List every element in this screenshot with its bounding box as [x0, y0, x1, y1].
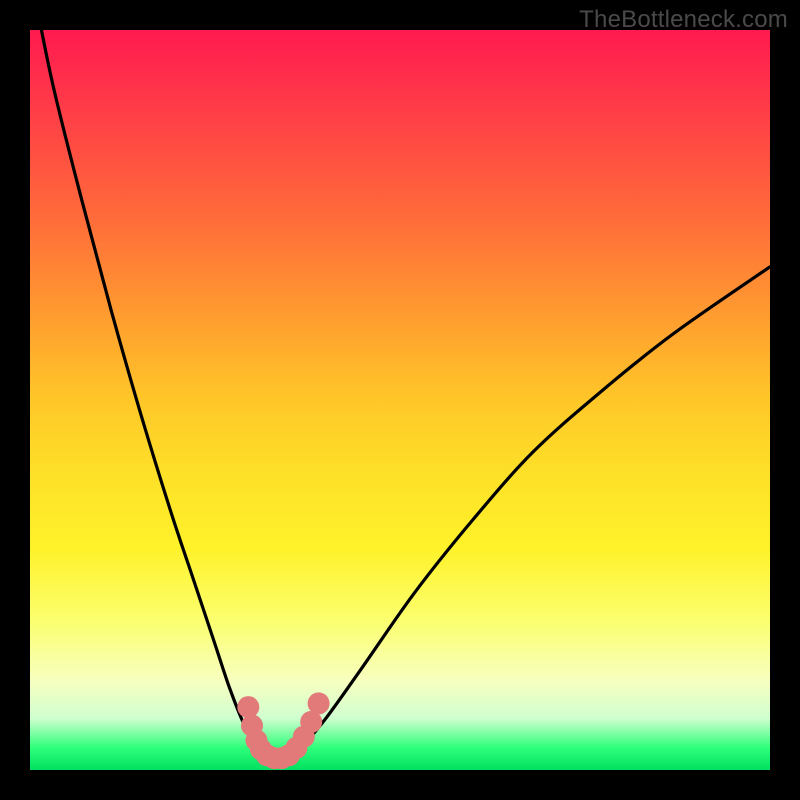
highlight-marker [237, 696, 259, 718]
highlight-marker [308, 692, 330, 714]
watermark-text: TheBottleneck.com [579, 6, 788, 34]
chart-frame: TheBottleneck.com [0, 0, 800, 800]
bottleneck-curve [30, 0, 770, 759]
plot-area [30, 30, 770, 770]
highlight-markers [237, 692, 329, 769]
bottleneck-curve-svg [30, 30, 770, 770]
